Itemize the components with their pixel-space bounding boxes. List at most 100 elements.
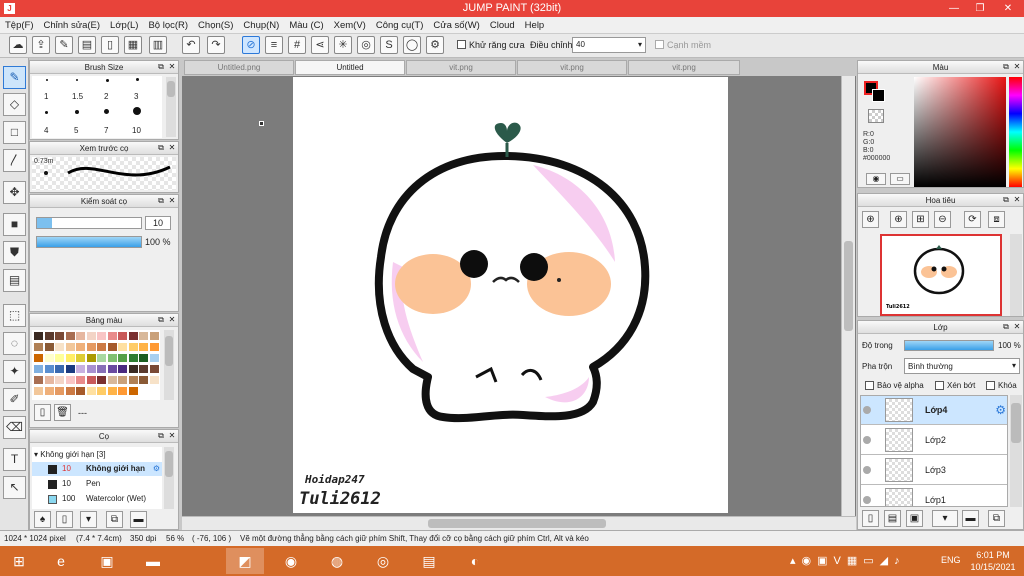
- layer-settings-icon[interactable]: ▣: [906, 510, 923, 527]
- tray-icons[interactable]: ▴◉▣V▦▭◢♪: [790, 554, 906, 567]
- color-swatch[interactable]: [65, 387, 75, 395]
- horizontal-scrollbar[interactable]: [182, 516, 856, 530]
- undock-icon[interactable]: ⧉: [156, 196, 166, 206]
- close-button[interactable]: ✕: [994, 0, 1022, 17]
- color-swatch[interactable]: [128, 343, 138, 351]
- color-swatch[interactable]: [149, 376, 159, 384]
- rotate-icon[interactable]: ⟳: [964, 211, 981, 228]
- color-swatch[interactable]: [128, 365, 138, 373]
- eye-icon[interactable]: [863, 466, 871, 474]
- layer-list-scrollbar[interactable]: [1010, 395, 1022, 507]
- close-icon[interactable]: ✕: [167, 143, 177, 153]
- color-swatches[interactable]: [32, 330, 160, 400]
- color-swatch[interactable]: [118, 354, 127, 362]
- eye-icon[interactable]: [863, 436, 871, 444]
- tab-untitled-png[interactable]: Untitled.png: [184, 60, 294, 75]
- size-1[interactable]: 1: [44, 92, 48, 101]
- size-3[interactable]: 3: [134, 92, 138, 101]
- start-icon[interactable]: ⊞: [0, 548, 38, 574]
- flip-icon[interactable]: ⧈: [988, 211, 1005, 228]
- color-swatch[interactable]: [128, 332, 138, 340]
- duplicate-layer-icon[interactable]: ⧉: [988, 510, 1005, 527]
- zoom-out-icon[interactable]: ⊖: [934, 211, 951, 228]
- coccoc-icon[interactable]: ◍: [318, 548, 356, 574]
- color-swatch[interactable]: [97, 343, 106, 351]
- close-icon[interactable]: ✕: [1012, 322, 1022, 332]
- brush-size-scrollbar[interactable]: [166, 77, 176, 137]
- curve-icon[interactable]: S: [380, 36, 398, 54]
- undock-icon[interactable]: ⧉: [156, 315, 166, 325]
- layer-row[interactable]: Lớp4 ⚙: [861, 396, 1007, 425]
- color-swatch[interactable]: [97, 354, 106, 362]
- color-swatch[interactable]: [97, 387, 106, 395]
- color-swatch[interactable]: [55, 354, 64, 362]
- zoom-in-alt-icon[interactable]: ⊕: [890, 211, 907, 228]
- size-7[interactable]: 7: [104, 126, 108, 135]
- select-pen-tool-icon[interactable]: ✐: [3, 388, 26, 411]
- color-swatch[interactable]: [55, 343, 64, 351]
- color-swatch[interactable]: [76, 365, 85, 373]
- color-swatch[interactable]: [139, 332, 148, 340]
- color-swatch[interactable]: [65, 343, 75, 351]
- brush-item[interactable]: 10 Pen: [32, 477, 162, 491]
- color-swatch[interactable]: [65, 332, 75, 340]
- brush-item[interactable]: 100 Watercolor (Wet): [32, 492, 162, 506]
- close-icon[interactable]: ✕: [1012, 195, 1022, 205]
- printer-icon[interactable]: ▤: [410, 548, 448, 574]
- color-swatch[interactable]: [139, 365, 148, 373]
- brush-value-select[interactable]: 40 ▾: [572, 37, 646, 53]
- trash-icon[interactable]: 🗑: [54, 404, 71, 421]
- secondary-color-swatch[interactable]: [872, 89, 885, 102]
- clock[interactable]: 6:01 PM 10/15/2021: [968, 549, 1018, 573]
- jumppaint-taskbar-icon[interactable]: ◩: [226, 548, 264, 574]
- tab-vit-1[interactable]: vit.png: [406, 60, 516, 75]
- zalo-icon[interactable]: ◎: [364, 548, 402, 574]
- new-brush-icon[interactable]: ▯: [56, 511, 73, 528]
- comment-icon[interactable]: ✎: [55, 36, 73, 54]
- layout-icon[interactable]: ▥: [149, 36, 167, 54]
- color-swatch[interactable]: [55, 365, 64, 373]
- new-page-icon[interactable]: ▯: [34, 404, 51, 421]
- size-10[interactable]: 10: [132, 126, 141, 135]
- zoom-in-icon[interactable]: ⊕: [862, 211, 879, 228]
- square-tool-icon[interactable]: □: [3, 121, 26, 144]
- gear-icon[interactable]: ⚙: [995, 403, 1006, 417]
- explorer-icon[interactable]: ▬: [134, 548, 172, 574]
- ie-icon[interactable]: e: [42, 548, 80, 574]
- hatch-icon[interactable]: ≡: [265, 36, 283, 54]
- brush-size-grid[interactable]: 1 1.5 2 3 4 5 7 10: [32, 76, 162, 138]
- color-swatch[interactable]: [44, 365, 54, 373]
- circle-ruler-icon[interactable]: ◯: [403, 36, 421, 54]
- menu-window[interactable]: Cửa số(W): [428, 17, 484, 34]
- add-brush-icon[interactable]: ♠: [34, 511, 51, 528]
- color-swatch[interactable]: [118, 332, 127, 340]
- minimize-button[interactable]: —: [940, 0, 968, 17]
- brush-list-scrollbar[interactable]: [164, 447, 174, 509]
- magic-wand-tool-icon[interactable]: ✦: [3, 360, 26, 383]
- color-mode-icon[interactable]: ◉: [866, 173, 886, 185]
- brush-size-slider[interactable]: [36, 217, 142, 229]
- saturation-value-picker[interactable]: [914, 77, 1006, 187]
- chrome-icon[interactable]: ◉: [272, 548, 310, 574]
- select-rect-tool-icon[interactable]: ⬚: [3, 304, 26, 327]
- color-swatch[interactable]: [34, 354, 43, 362]
- color-swatch[interactable]: [34, 365, 43, 373]
- color-swatch[interactable]: [44, 343, 54, 351]
- clipping-checkbox[interactable]: [935, 381, 944, 390]
- antialias-checkbox[interactable]: [457, 40, 466, 49]
- color-swatch[interactable]: [97, 365, 106, 373]
- brush-size-field[interactable]: 10: [145, 216, 171, 230]
- bucket-tool-icon[interactable]: ⛊: [3, 241, 26, 264]
- select-eraser-tool-icon[interactable]: ⌫: [3, 416, 26, 439]
- fit-icon[interactable]: ⊞: [912, 211, 929, 228]
- color-swatch[interactable]: [139, 343, 148, 351]
- size-2[interactable]: 2: [104, 92, 108, 101]
- tab-vit-2[interactable]: vit.png: [517, 60, 627, 75]
- color-swatch[interactable]: [86, 354, 96, 362]
- color-swatch[interactable]: [107, 365, 117, 373]
- document-icon[interactable]: ▦: [124, 36, 142, 54]
- palette-scrollbar[interactable]: [164, 330, 174, 400]
- color-swatch[interactable]: [44, 387, 54, 395]
- redo-icon[interactable]: ↷: [207, 36, 225, 54]
- gear-icon[interactable]: ⚙: [153, 462, 160, 476]
